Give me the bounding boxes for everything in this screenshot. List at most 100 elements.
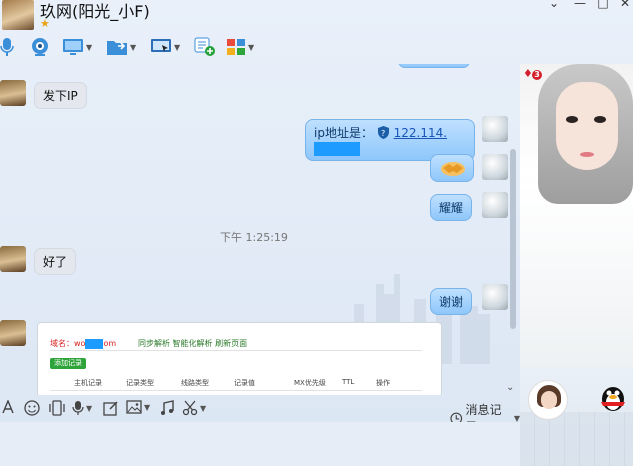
chevron-down-icon: ▼ <box>130 42 137 52</box>
add-record-button: 添加记录 <box>50 358 86 369</box>
monitor-icon <box>63 39 83 55</box>
window-title: 玖网(阳光_小F) <box>40 2 150 21</box>
chat-toolbar: ▼ ▼ ▼ ▼ <box>0 36 280 60</box>
voice-call-button[interactable] <box>0 36 14 58</box>
my-avatar[interactable] <box>482 192 508 218</box>
sender-avatar[interactable] <box>0 320 26 346</box>
divider <box>50 390 422 391</box>
screen-share-button[interactable]: ▼ <box>150 36 180 58</box>
menu-button[interactable]: ⌄ <box>545 0 563 12</box>
minimize-button[interactable]: — <box>571 0 589 12</box>
apps-icon <box>227 39 245 55</box>
remote-desktop-button[interactable]: ▼ <box>62 36 92 58</box>
sender-avatar[interactable] <box>0 80 26 106</box>
domain-prefix: 域名：wo <box>50 339 86 348</box>
column-header: 操作 <box>376 379 390 387</box>
scrollbar-thumb[interactable] <box>510 149 516 329</box>
photo-clothing <box>520 184 633 368</box>
svg-text:?: ? <box>381 129 385 138</box>
add-chat-icon <box>194 37 215 56</box>
emoji-button[interactable] <box>24 400 40 416</box>
message-bubble[interactable]: 发下IP <box>34 82 87 109</box>
message-text: 好了 <box>43 255 68 269</box>
input-toolbar: ▼ ▼ ▼ 消息记录 ▼ <box>0 396 520 434</box>
message-bubble[interactable]: 好了 <box>34 248 77 275</box>
message-input[interactable] <box>0 422 520 466</box>
column-header: 线路类型 <box>181 379 209 387</box>
column-header: TTL <box>342 378 355 386</box>
scissors-icon <box>182 400 198 416</box>
voice-message-button[interactable]: ▼ <box>72 400 92 416</box>
contact-avatar[interactable] <box>2 0 34 30</box>
my-avatar[interactable] <box>482 154 508 180</box>
handshake-emoji-icon <box>441 162 465 176</box>
ip-address-link[interactable]: 122.114. <box>394 126 447 140</box>
scroll-down-icon[interactable]: ⌄ <box>506 382 514 393</box>
music-icon <box>161 400 174 415</box>
photo-eye <box>594 116 606 123</box>
my-avatar[interactable] <box>482 284 508 310</box>
message-text: 耀耀 <box>439 201 464 215</box>
contact-show-photo[interactable]: ♦ 3 <box>520 64 633 368</box>
sender-avatar[interactable] <box>0 246 26 272</box>
screenshot-edit-button[interactable] <box>103 400 119 416</box>
vibrate-icon <box>49 400 65 416</box>
dns-links: 同步解析 智能化解析 刷新页面 <box>138 339 248 348</box>
chat-window: 玖网(阳光_小F) ★ ⌄ — □ ✕ ▼ ▼ ▼ ▼ 发下IP ip地址是： … <box>0 0 633 466</box>
chevron-down-icon: ▼ <box>144 402 151 412</box>
screenshot-edit-icon <box>103 401 118 416</box>
column-header: 记录值 <box>234 379 255 387</box>
image-button[interactable]: ▼ <box>126 400 150 414</box>
chevron-down-icon: ▼ <box>174 42 181 52</box>
message-timestamp: 下午 1:25:19 <box>220 231 288 244</box>
microphone-icon <box>0 38 14 56</box>
video-call-button[interactable] <box>30 36 50 58</box>
emoji-icon <box>24 400 40 416</box>
star-badge-icon: ★ <box>40 17 50 30</box>
emoji-message-bubble[interactable] <box>430 154 474 182</box>
security-shield-icon: ? <box>377 126 389 139</box>
webcam-icon <box>32 38 48 56</box>
file-transfer-button[interactable]: ▼ <box>106 36 136 58</box>
redacted-region <box>85 338 104 349</box>
font-button[interactable] <box>2 400 14 414</box>
image-icon <box>126 400 142 414</box>
domain-suffix: om <box>103 339 117 348</box>
screen-share-icon <box>151 39 171 52</box>
message-bubble[interactable]: 耀耀 <box>430 194 473 221</box>
qq-penguin-icon[interactable] <box>598 382 628 412</box>
divider <box>50 350 422 351</box>
voice-message-icon <box>72 401 84 415</box>
image-message[interactable]: 域名：wo om 同步解析 智能化解析 刷新页面 添加记录 主机记录 记录类型 线… <box>37 322 442 395</box>
chevron-down-icon: ▼ <box>86 403 93 413</box>
column-header: 记录类型 <box>126 379 154 387</box>
profile-lower-panel <box>520 368 633 466</box>
chevron-down-icon: ▼ <box>248 42 255 52</box>
font-icon <box>2 400 14 414</box>
previous-message-bubble <box>398 64 470 68</box>
column-header: MX优先级 <box>294 379 326 387</box>
chevron-down-icon: ▼ <box>86 42 93 52</box>
close-button[interactable]: ✕ <box>616 0 633 12</box>
group-chat-button[interactable] <box>194 36 216 58</box>
message-history[interactable]: 发下IP ip地址是： ? 122.114. 耀耀 下午 1:25:19 好了 … <box>0 64 520 395</box>
apps-button[interactable]: ▼ <box>226 36 254 58</box>
message-bubble[interactable]: 谢谢 <box>430 288 473 315</box>
chat-scrollbar[interactable] <box>509 69 517 389</box>
message-text: ip地址是： <box>314 126 373 140</box>
scissors-button[interactable]: ▼ <box>182 400 206 416</box>
vip-level: 3 <box>532 70 542 80</box>
my-avatar[interactable] <box>482 116 508 142</box>
message-text: 发下IP <box>43 89 78 103</box>
background-wall <box>520 412 633 466</box>
domain-label: 域名：wo om <box>50 338 116 349</box>
redacted-region <box>314 141 360 156</box>
music-button[interactable] <box>160 400 174 416</box>
message-text: 谢谢 <box>439 295 464 309</box>
folder-icon <box>107 41 127 55</box>
photo-lips <box>580 152 594 157</box>
self-avatar[interactable] <box>528 380 568 420</box>
maximize-button[interactable]: □ <box>594 0 612 12</box>
vibrate-button[interactable] <box>48 400 66 416</box>
column-header: 主机记录 <box>74 379 102 387</box>
